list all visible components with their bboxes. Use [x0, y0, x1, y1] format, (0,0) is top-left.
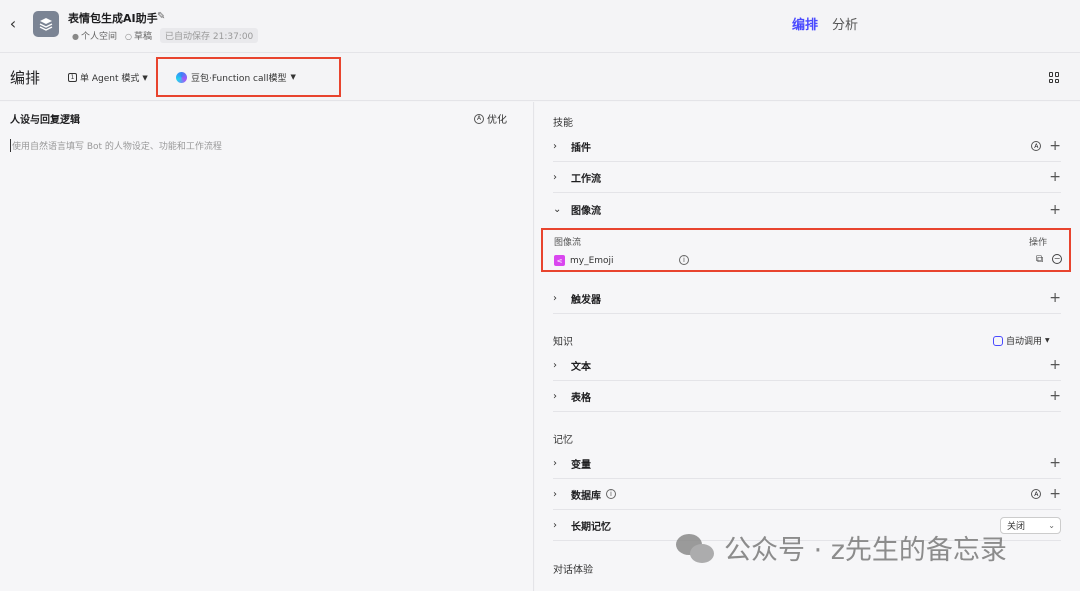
toolbar-title: 编排 [10, 69, 41, 87]
info-icon[interactable]: i [606, 489, 616, 499]
remove-icon[interactable]: − [1052, 254, 1063, 264]
chevron-right-icon: › [553, 292, 557, 304]
model-selector[interactable]: 豆包·Function call模型 ▼ [156, 57, 341, 97]
chevron-right-icon: › [553, 140, 557, 152]
space-label: 个人空间 [80, 32, 117, 42]
skill-label: 插件 [571, 142, 591, 154]
watermark: 公众号 · z先生的备忘录 [676, 528, 1007, 567]
auto-call-icon [993, 335, 1003, 346]
config-panel: 技能 › 插件 A + › 工作流 + ⌄ 图像流 + 图像流 操作 ⋖ my_… [535, 102, 1080, 591]
status-dot-icon: ○ [125, 32, 132, 41]
skill-row-trigger[interactable]: › 触发器 + [553, 283, 1061, 314]
caret-down-icon: ▼ [142, 73, 148, 82]
knowledge-row-text[interactable]: › 文本 + [553, 350, 1061, 381]
agent-mode-label: 单 Agent 模式 [80, 74, 140, 84]
knowledge-label: 文本 [571, 361, 591, 373]
imageflow-item[interactable]: ⋖ my_Emoji [554, 255, 614, 266]
bot-title: 表情包生成AI助手 [68, 12, 158, 25]
memory-row-variables[interactable]: › 变量 + [553, 448, 1061, 479]
imageflow-op-header: 操作 [1029, 238, 1048, 248]
caret-down-icon: ▼ [1045, 337, 1050, 344]
memory-section-label: 记忆 [553, 435, 573, 446]
user-icon: ● [72, 32, 79, 41]
edit-icon[interactable]: ✎ [157, 11, 165, 22]
memory-label: 变量 [571, 459, 591, 471]
auto-add-icon[interactable]: A [1031, 489, 1042, 499]
add-table-icon[interactable]: + [1049, 389, 1061, 403]
add-text-icon[interactable]: + [1049, 358, 1061, 372]
chevron-right-icon: › [553, 488, 557, 500]
chevron-right-icon: › [553, 359, 557, 371]
toolbar: 编排 1 单 Agent 模式 ▼ 豆包·Function call模型 ▼ [0, 54, 1080, 101]
memory-label: 长期记忆 [571, 521, 611, 533]
imageflow-list-header: 图像流 [554, 238, 582, 248]
tab-analysis[interactable]: 分析 [832, 14, 858, 33]
chevron-right-icon: › [553, 171, 557, 183]
chevron-right-icon: › [553, 519, 557, 531]
auto-call-dropdown[interactable]: 自动调用 ▼ [993, 334, 1050, 347]
optimize-label: 优化 [487, 115, 507, 126]
knowledge-section-label: 知识 [553, 337, 573, 348]
add-workflow-icon[interactable]: + [1049, 170, 1061, 184]
add-imageflow-icon[interactable]: + [1049, 203, 1061, 217]
imageflow-item-actions: ⧉ − [1036, 254, 1063, 265]
skill-label: 工作流 [571, 173, 601, 185]
add-trigger-icon[interactable]: + [1049, 291, 1061, 305]
agent-mode-icon: 1 [68, 73, 77, 82]
top-tabs: 编排 分析 [792, 14, 858, 33]
skill-label: 触发器 [571, 294, 601, 306]
imageflow-item-name: my_Emoji [570, 255, 614, 266]
model-label: 豆包·Function call模型 [191, 73, 287, 84]
chevron-right-icon: › [553, 457, 557, 469]
dialog-section-label: 对话体验 [553, 565, 593, 576]
long-memory-value: 关闭 [1007, 522, 1026, 532]
chevron-right-icon: › [553, 390, 557, 402]
layout-grid-icon[interactable] [1049, 72, 1060, 83]
add-database-icon[interactable]: + [1049, 487, 1061, 501]
draft-info: ○ 草稿 [125, 29, 152, 42]
tab-arrange[interactable]: 编排 [792, 14, 818, 33]
memory-row-database[interactable]: › 数据库 i A + [553, 479, 1061, 510]
bot-avatar [33, 11, 59, 37]
add-variable-icon[interactable]: + [1049, 456, 1061, 470]
long-memory-select[interactable]: 关闭 ⌄ [1000, 517, 1061, 534]
knowledge-label: 表格 [571, 392, 591, 404]
caret-down-icon: ▼ [290, 73, 296, 81]
skill-row-plugins[interactable]: › 插件 A + [553, 131, 1061, 162]
status-label: 草稿 [133, 32, 152, 42]
chevron-down-icon: ⌄ [553, 204, 562, 215]
skill-label: 图像流 [571, 206, 601, 217]
watermark-text: 公众号 · z先生的备忘录 [724, 535, 1007, 566]
info-icon[interactable]: i [679, 255, 689, 265]
skills-section-label: 技能 [553, 118, 573, 129]
wechat-icon [676, 532, 716, 564]
auto-add-icon[interactable]: A [1031, 141, 1042, 151]
optimize-button[interactable]: A 优化 [474, 111, 507, 126]
agent-mode-dropdown[interactable]: 1 单 Agent 模式 ▼ [68, 71, 148, 84]
imageflow-list-highlight: 图像流 操作 ⋖ my_Emoji i ⧉ − [541, 228, 1071, 272]
model-logo-icon [176, 71, 187, 83]
skill-row-workflow[interactable]: › 工作流 + [553, 162, 1061, 193]
layers-icon [39, 18, 53, 31]
space-info: ● 个人空间 [72, 29, 117, 42]
persona-title: 人设与回复逻辑 [10, 115, 80, 126]
memory-label: 数据库 [571, 490, 601, 502]
app-header: ‹ 表情包生成AI助手 ✎ ● 个人空间 ○ 草稿 已自动保存 21:37:00 编… [0, 0, 1080, 53]
skill-row-imageflow[interactable]: ⌄ 图像流 + [553, 194, 1061, 225]
add-plugin-icon[interactable]: + [1049, 139, 1061, 153]
optimize-icon: A [474, 113, 484, 124]
chevron-down-icon: ⌄ [1048, 521, 1055, 530]
copy-icon[interactable]: ⧉ [1036, 254, 1043, 265]
autosave-badge: 已自动保存 21:37:00 [160, 28, 259, 43]
persona-panel: 人设与回复逻辑 A 优化 使用自然语言填写 Bot 的人物设定、功能和工作流程 [0, 102, 534, 591]
persona-input[interactable]: 使用自然语言填写 Bot 的人物设定、功能和工作流程 [10, 139, 222, 152]
bot-meta: ● 个人空间 ○ 草稿 已自动保存 21:37:00 [72, 28, 259, 43]
auto-call-label: 自动调用 [1006, 337, 1043, 347]
back-arrow-icon[interactable]: ‹ [6, 14, 20, 34]
knowledge-row-table[interactable]: › 表格 + [553, 381, 1061, 412]
imageflow-icon: ⋖ [554, 255, 565, 266]
